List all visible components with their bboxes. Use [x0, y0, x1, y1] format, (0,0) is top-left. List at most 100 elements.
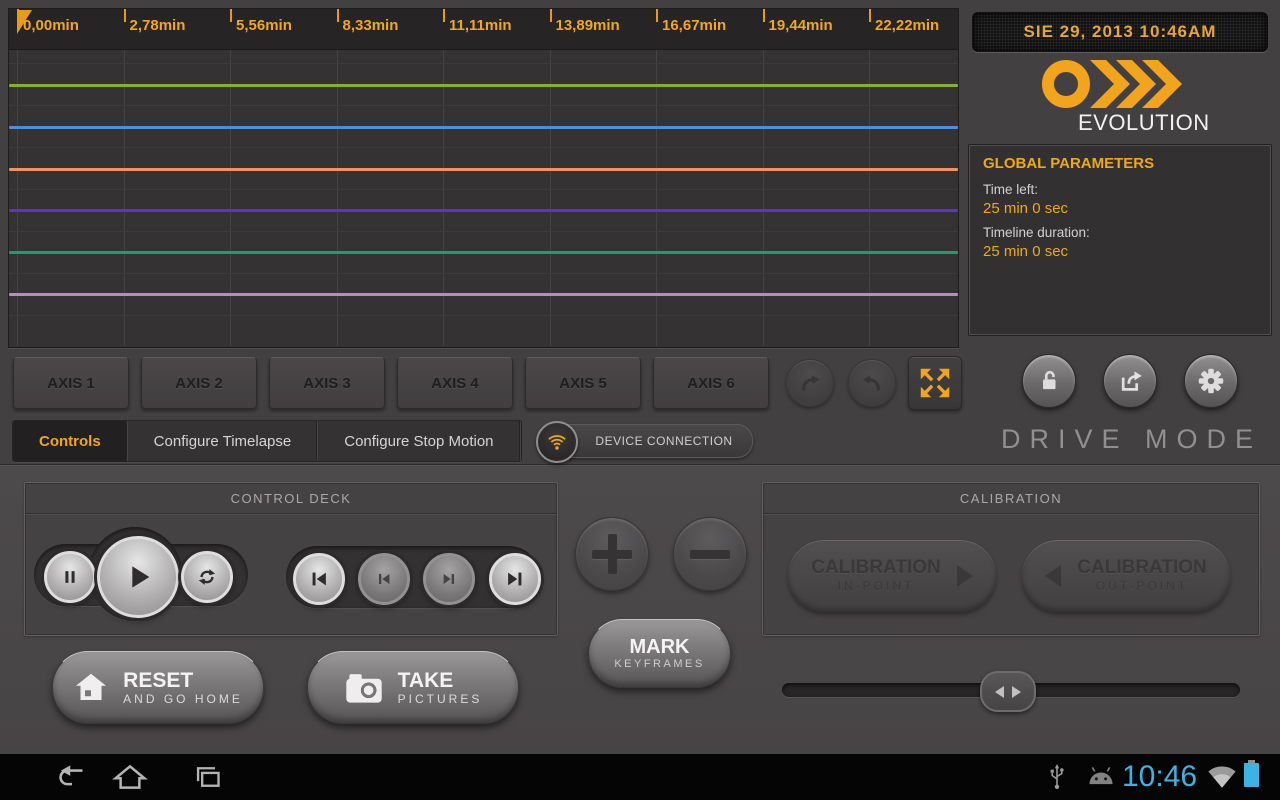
tick-mark: [230, 9, 232, 22]
horizontal-gridline: [9, 315, 958, 316]
horizontal-gridline: [9, 231, 958, 232]
play-icon: [121, 560, 155, 594]
zoom-in-button[interactable]: [575, 517, 649, 591]
calibration-in-point-button[interactable]: CALIBRATION IN-POINT: [788, 540, 996, 612]
back-icon: [55, 763, 89, 791]
axis-1-button[interactable]: AXIS 1: [13, 357, 129, 409]
previous-keyframe-button[interactable]: [358, 553, 410, 605]
axis-2-button[interactable]: AXIS 2: [141, 357, 257, 409]
expand-timeline-button[interactable]: [908, 356, 962, 410]
loop-button[interactable]: [181, 551, 233, 603]
axis-track-4: [9, 209, 958, 212]
datetime-display: SIE 29, 2013 10:46AM: [972, 12, 1268, 52]
horizontal-gridline: [9, 189, 958, 190]
tick-label: 8,33min: [343, 17, 399, 34]
horizontal-gridline: [9, 273, 958, 274]
horizontal-gridline: [9, 105, 958, 106]
tick-mark: [443, 9, 445, 22]
skip-to-start-button[interactable]: [293, 553, 345, 605]
next-keyframe-button[interactable]: [423, 553, 475, 605]
tick-label: 2,78min: [130, 17, 186, 34]
tab-configure-stop-motion[interactable]: Configure Stop Motion: [318, 421, 520, 461]
repeat-icon: [196, 566, 218, 588]
tick-label: 5,56min: [236, 17, 292, 34]
horizontal-gridline: [9, 147, 958, 148]
expand-arrows-icon: [916, 364, 954, 402]
share-icon: [1117, 368, 1144, 395]
device-connection-button[interactable]: DEVICE CONNECTION: [553, 424, 753, 458]
usb-status-icon: [1048, 763, 1066, 796]
axis-4-button[interactable]: AXIS 4: [397, 357, 513, 409]
tick-mark: [656, 9, 658, 22]
home-icon: [73, 670, 109, 706]
arrow-right-icon: [957, 565, 973, 587]
mark-keyframes-button[interactable]: MARK KEYFRAMES: [588, 619, 731, 688]
keyframes-label: KEYFRAMES: [614, 658, 704, 671]
take-pictures-button[interactable]: TAKE PICTURES: [307, 651, 519, 724]
tick-label: 13,89min: [556, 17, 620, 34]
minus-icon: [690, 550, 730, 559]
calibration-in-label2: IN-POINT: [838, 579, 915, 593]
device-connection-label: DEVICE CONNECTION: [595, 434, 732, 448]
nav-back-button[interactable]: [48, 759, 96, 795]
calibration-slider-handle[interactable]: [980, 671, 1036, 712]
tick-label: 22,22min: [875, 17, 939, 34]
axis-track-3: [9, 168, 958, 171]
timeline-plot[interactable]: [9, 50, 958, 346]
pause-button[interactable]: [44, 551, 96, 603]
wifi-status-icon: [1206, 763, 1238, 794]
nav-home-button[interactable]: [106, 759, 154, 795]
previous-keyframe-icon: [374, 569, 394, 589]
tick-label: 19,44min: [769, 17, 833, 34]
vertical-gridline: [763, 50, 764, 346]
timeline-duration-value: 25 min 0 sec: [983, 243, 1257, 260]
axis-3-button[interactable]: AXIS 3: [269, 357, 385, 409]
axis-track-2: [9, 126, 958, 129]
undo-arrow-icon: [859, 370, 885, 396]
calibration-out-point-button[interactable]: CALIBRATION OUT-POINT: [1022, 540, 1230, 612]
time-left-value: 25 min 0 sec: [983, 200, 1257, 217]
control-deck-title: CONTROL DECK: [25, 483, 557, 514]
tick-label: 16,67min: [662, 17, 726, 34]
reset-home-button[interactable]: RESET AND GO HOME: [52, 651, 264, 724]
global-parameters-panel: GLOBAL PARAMETERS Time left: 25 min 0 se…: [968, 144, 1272, 336]
tab-controls[interactable]: Controls: [13, 421, 128, 461]
skip-to-end-button[interactable]: [489, 553, 541, 605]
play-button[interactable]: [97, 536, 179, 618]
take-label: TAKE: [398, 669, 454, 692]
skip-to-end-icon: [504, 568, 526, 590]
android-debug-icon: [1086, 765, 1116, 792]
undo-button[interactable]: [848, 359, 896, 407]
vertical-gridline: [17, 50, 18, 346]
logo-text: EVOLUTION: [1078, 110, 1210, 136]
pause-icon: [60, 567, 80, 587]
slider-left-arrow-icon: [995, 686, 1004, 698]
calibration-out-label2: OUT-POINT: [1096, 579, 1188, 593]
vertical-gridline: [550, 50, 551, 346]
slider-right-arrow-icon: [1012, 686, 1021, 698]
tick-mark: [124, 9, 126, 22]
wifi-icon: [546, 431, 568, 453]
share-button[interactable]: [1103, 354, 1157, 408]
tick-label: 11,11min: [449, 17, 512, 34]
zoom-out-button[interactable]: [673, 517, 747, 591]
unlock-icon: [1036, 368, 1062, 394]
gear-icon: [1197, 367, 1225, 395]
axis-track-1: [9, 84, 958, 87]
horizontal-gridline: [9, 63, 958, 64]
tick-mark: [337, 9, 339, 22]
tick-mark: [550, 9, 552, 22]
axis-5-button[interactable]: AXIS 5: [525, 357, 641, 409]
calibration-title: CALIBRATION: [763, 483, 1259, 514]
axis-6-button[interactable]: AXIS 6: [653, 357, 769, 409]
global-parameters-title: GLOBAL PARAMETERS: [983, 155, 1257, 172]
redo-button[interactable]: [786, 359, 834, 407]
tab-configure-timelapse[interactable]: Configure Timelapse: [128, 421, 319, 461]
lock-button[interactable]: [1022, 354, 1076, 408]
camera-icon: [344, 671, 384, 705]
nav-recents-button[interactable]: [184, 759, 232, 795]
timeline-ruler[interactable]: 0,00min2,78min5,56min8,33min11,11min13,8…: [9, 9, 958, 50]
settings-button[interactable]: [1184, 354, 1238, 408]
timeline-chart[interactable]: 0,00min2,78min5,56min8,33min11,11min13,8…: [8, 8, 959, 348]
tick-mark: [869, 9, 871, 22]
